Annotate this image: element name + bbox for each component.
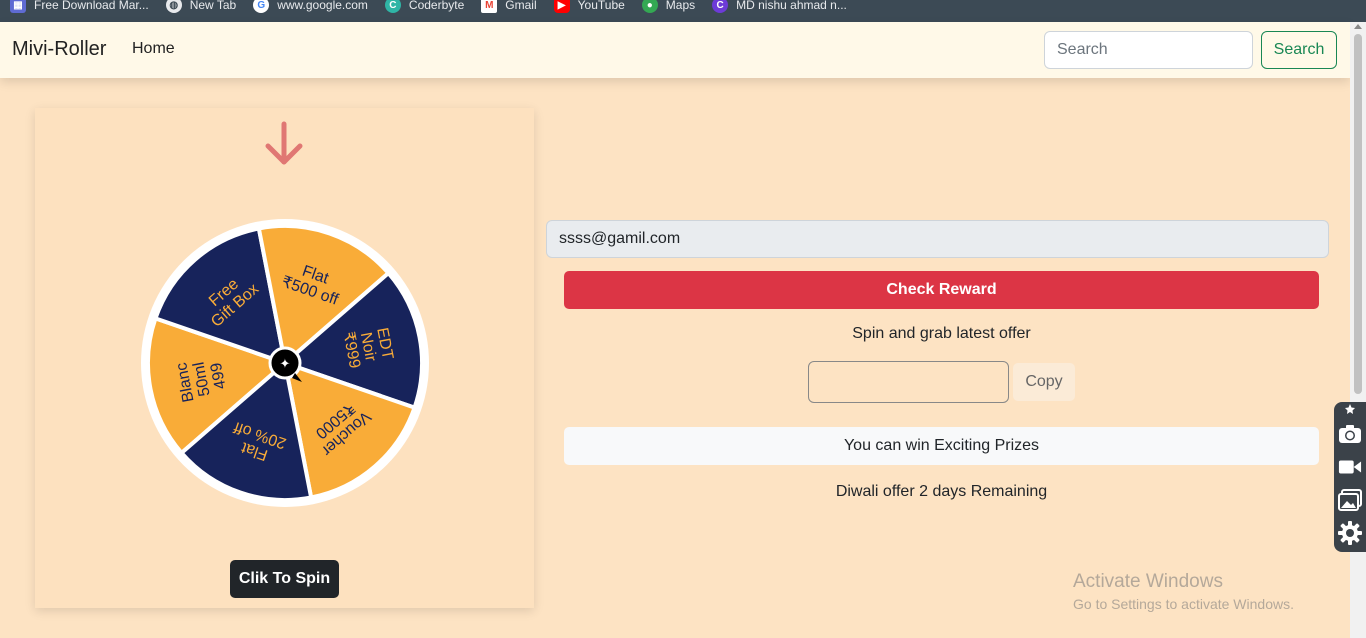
bookmark-label: Gmail xyxy=(505,0,537,12)
bookmarks-bar: ▦ Free Download Mar... ◍ New Tab G www.g… xyxy=(0,0,1366,22)
bookmark-label: Maps xyxy=(665,0,696,12)
prize-text: You can win Exciting Prizes xyxy=(843,437,1040,454)
camera-icon[interactable] xyxy=(1338,422,1362,446)
bookmark-label: New Tab xyxy=(189,0,237,12)
film-icon: ▦ xyxy=(10,0,26,13)
bookmark-label: Coderbyte xyxy=(408,0,465,12)
coupon-code-field[interactable] xyxy=(808,361,1009,403)
youtube-icon: ▶ xyxy=(553,0,570,13)
pin-icon[interactable] xyxy=(1338,402,1362,416)
capture-tool-panel xyxy=(1334,402,1366,552)
bookmark-free-download[interactable]: ▦ Free Download Mar... xyxy=(10,0,149,13)
email-field[interactable] xyxy=(546,220,1329,258)
scroll-thumb[interactable] xyxy=(1354,34,1362,394)
google-icon: G xyxy=(253,0,270,13)
video-camera-icon[interactable] xyxy=(1338,455,1362,479)
spin-wheel[interactable]: Blanc50ml499FreeGift BoxFlat₹500 offEDTN… xyxy=(140,218,430,508)
bookmark-maps[interactable]: ● Maps xyxy=(641,0,696,13)
wheel-card: Blanc50ml499 FreeGift Box Flat₹500 off EDTN… xyxy=(35,108,534,608)
spin-offer-text: Spin and grab latest offer xyxy=(852,325,1031,342)
navbar: Mivi-Roller Home Search xyxy=(0,22,1350,78)
bookmark-label: www.google.com xyxy=(277,0,368,12)
globe-icon: ◍ xyxy=(165,0,182,13)
settings-gear-icon[interactable] xyxy=(1338,521,1362,545)
offer-countdown-text: Diwali offer 2 days Remaining xyxy=(835,483,1048,500)
hub-logo-icon: ✦ xyxy=(280,357,291,372)
gallery-icon[interactable] xyxy=(1338,488,1362,512)
spin-button[interactable]: Clik To Spin xyxy=(230,560,339,598)
activate-windows-title: Activate Windows xyxy=(1073,571,1223,592)
search-input[interactable] xyxy=(1044,31,1253,69)
bookmark-canva[interactable]: C MD nishu ahmad n... xyxy=(712,0,847,13)
canva-icon: C xyxy=(712,0,729,13)
copy-button[interactable]: Copy xyxy=(1013,363,1075,401)
scroll-up-arrow-icon[interactable] xyxy=(1354,24,1362,29)
maps-pin-icon: ● xyxy=(641,0,658,13)
prize-banner: You can win Exciting Prizes xyxy=(564,427,1319,465)
bookmark-label: YouTube xyxy=(577,0,625,12)
nav-home-link[interactable]: Home xyxy=(132,40,175,58)
bookmark-label: Free Download Mar... xyxy=(34,0,149,12)
bookmark-google[interactable]: G www.google.com xyxy=(253,0,368,13)
bookmark-label: MD nishu ahmad n... xyxy=(736,0,847,12)
bookmark-new-tab[interactable]: ◍ New Tab xyxy=(165,0,237,13)
pointer-arrow-icon xyxy=(265,121,303,165)
check-reward-button[interactable]: Check Reward xyxy=(564,271,1319,309)
bookmark-coderbyte[interactable]: C Coderbyte xyxy=(384,0,465,13)
bookmark-gmail[interactable]: M Gmail xyxy=(481,0,537,13)
bookmark-youtube[interactable]: ▶ YouTube xyxy=(553,0,625,13)
search-button[interactable]: Search xyxy=(1261,31,1337,69)
coderbyte-icon: C xyxy=(384,0,401,13)
brand-logo[interactable]: Mivi-Roller xyxy=(12,38,106,61)
gmail-icon: M xyxy=(481,0,498,13)
activate-windows-subtitle: Go to Settings to activate Windows. xyxy=(1073,596,1294,612)
